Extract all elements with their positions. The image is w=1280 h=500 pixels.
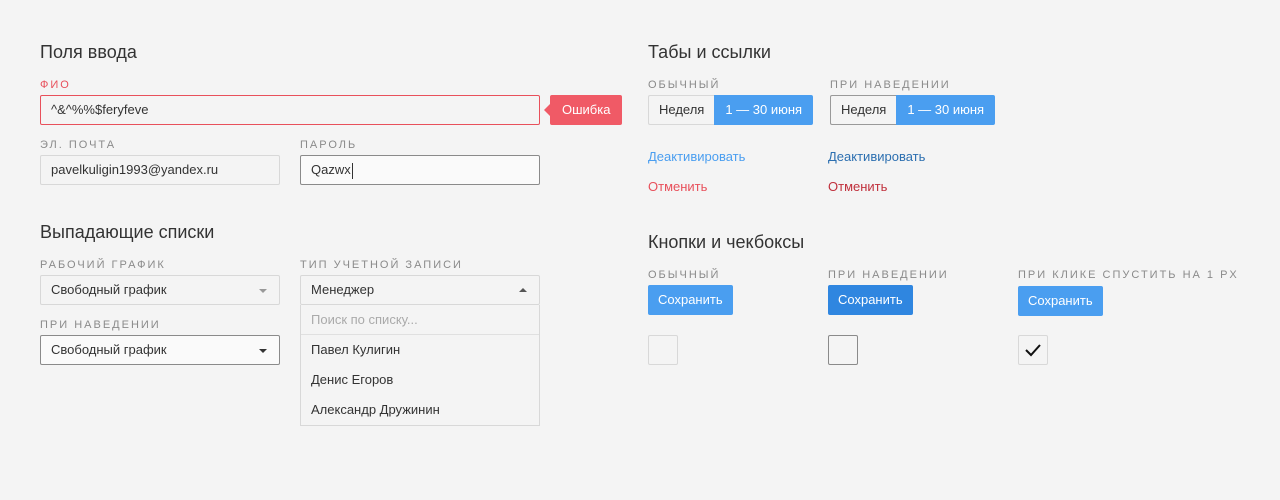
tabs-normal: Неделя 1 — 30 июня (648, 95, 814, 125)
email-value: pavelkuligin1993@yandex.ru (51, 162, 219, 177)
save-button-pressed[interactable]: Сохранить (1018, 286, 1103, 316)
schedule-select-hover[interactable]: Свободный график (40, 335, 280, 365)
fio-label: ФИО (40, 79, 71, 91)
tab-week-hover[interactable]: Неделя (830, 95, 897, 125)
save-button[interactable]: Сохранить (648, 285, 733, 315)
hover-select-label: ПРИ НАВЕДЕНИИ (40, 319, 161, 331)
account-type-dropdown: Поиск по списку... Павел Кулигин Денис Е… (300, 305, 540, 426)
chevron-up-icon (519, 288, 527, 292)
account-type-select[interactable]: Менеджер (300, 275, 540, 305)
password-value: Qazwx (311, 162, 351, 177)
account-type-value: Менеджер (311, 282, 375, 297)
email-field[interactable]: pavelkuligin1993@yandex.ru (40, 155, 280, 185)
text-caret (351, 162, 353, 179)
schedule-label: РАБОЧИЙ ГРАФИК (40, 259, 166, 271)
account-type-label: ТИП УЧЕТНОЙ ЗАПИСИ (300, 259, 463, 271)
tabs-normal-label: ОБЫЧНЫЙ (648, 79, 721, 91)
fio-value: ^&^%%$feryfeve (51, 102, 149, 117)
dropdowns-section-title: Выпадающие списки (40, 222, 215, 242)
buttons-normal-label: ОБЫЧНЫЙ (648, 269, 721, 281)
tabs-hover-label: ПРИ НАВЕДЕНИИ (830, 79, 951, 91)
cancel-link-hover[interactable]: Отменить (828, 179, 887, 194)
dropdown-option[interactable]: Денис Егоров (301, 365, 539, 395)
buttons-hover-label: ПРИ НАВЕДЕНИИ (828, 269, 949, 281)
tabs-hover: Неделя 1 — 30 июня (830, 95, 996, 125)
chevron-down-icon (259, 349, 267, 353)
schedule-value: Свободный график (51, 282, 167, 297)
buttons-press-label: ПРИ КЛИКЕ СПУСТИТЬ НА 1 px (1018, 269, 1239, 281)
inputs-section-title: Поля ввода (40, 42, 137, 62)
cancel-link[interactable]: Отменить (648, 179, 707, 194)
checkbox-checked[interactable] (1018, 335, 1048, 365)
chevron-down-icon (259, 289, 267, 293)
save-button-hover[interactable]: Сохранить (828, 285, 913, 315)
fio-field[interactable]: ^&^%%$feryfeve (40, 95, 540, 125)
tab-range[interactable]: 1 — 30 июня (714, 95, 814, 125)
checkbox-hover[interactable] (828, 335, 858, 365)
deactivate-link[interactable]: Деактивировать (648, 149, 745, 164)
dropdown-option[interactable]: Павел Кулигин (301, 335, 539, 365)
buttons-section-title: Кнопки и чекбоксы (648, 232, 805, 252)
tab-range-hover[interactable]: 1 — 30 июня (896, 95, 996, 125)
error-tooltip: Ошибка (543, 95, 623, 125)
dropdown-option[interactable]: Александр Дружинин (301, 395, 539, 425)
hover-select-value: Свободный график (51, 342, 167, 357)
error-tooltip-text: Ошибка (562, 102, 611, 117)
checkmark-icon (1025, 344, 1041, 357)
schedule-select[interactable]: Свободный график (40, 275, 280, 305)
dropdown-search-input[interactable]: Поиск по списку... (301, 305, 539, 335)
tabs-section-title: Табы и ссылки (648, 42, 771, 62)
password-label: ПАРОЛЬ (300, 139, 358, 151)
checkbox-normal[interactable] (648, 335, 678, 365)
password-field[interactable]: Qazwx (300, 155, 540, 185)
deactivate-link-hover[interactable]: Деактивировать (828, 149, 925, 164)
email-label: ЭЛ. ПОЧТА (40, 139, 117, 151)
tab-week[interactable]: Неделя (648, 95, 715, 125)
